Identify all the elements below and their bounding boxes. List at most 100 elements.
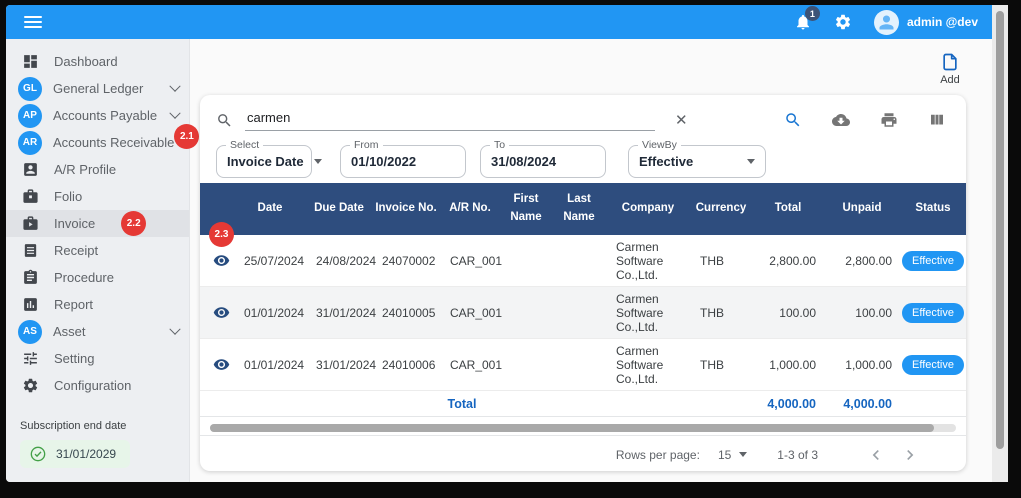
sidebar-item-label: Asset [53,324,86,339]
pagination-range: 1-3 of 3 [777,447,818,462]
folio-icon [21,187,40,206]
to-date-value: 31/08/2024 [491,153,557,169]
sidebar-item-receipt[interactable]: Receipt [6,237,189,264]
sidebar-item-general-ledger[interactable]: GL General Ledger [6,75,189,102]
vertical-scrollbar-thumb[interactable] [996,11,1004,449]
cell-company: Carmen Software Co.,Ltd. [616,343,664,386]
cell-first-name [500,309,552,317]
sidebar-item-procedure[interactable]: Procedure [6,264,189,291]
invoice-icon [21,214,40,233]
menu-icon[interactable] [24,16,42,28]
invoice-list-card: carmen Select Invoice Date [200,95,966,471]
clear-icon[interactable] [675,111,688,129]
horizontal-scrollbar-thumb[interactable] [210,424,934,432]
add-button[interactable]: Add [940,52,960,86]
cell-invoice-no: 24010006 [382,357,436,372]
cell-currency: THB [700,253,724,268]
sidebar-item-folio[interactable]: Folio [6,183,189,210]
sidebar-item-setting[interactable]: Setting [6,345,189,372]
cell-last-name [552,257,606,265]
profile-icon [21,160,40,179]
from-date-value: 01/10/2022 [351,153,417,169]
sidebar-item-report[interactable]: Report [6,291,189,318]
sidebar-item-label: Accounts Receivable [53,135,175,150]
sidebar-item-accounts-receivable[interactable]: AR Accounts Receivable 2.1 [6,124,200,156]
previous-page-button[interactable] [866,445,886,465]
status-badge[interactable]: Effective [902,302,964,323]
cell-date: 01/01/2024 [244,357,305,372]
sidebar-item-ar-profile[interactable]: A/R Profile [6,156,189,183]
viewby-value: Effective [639,153,694,169]
from-date-field[interactable]: From 01/10/2022 [340,138,466,178]
table-rows: 2.3 25/07/2024 24/08/2024 24070002 CAR_0… [200,222,966,391]
cell-total: 1,000.00 [769,357,816,372]
document-add-icon [943,53,957,71]
col-last-name: Last Name [563,193,595,223]
viewby-dropdown[interactable]: ViewBy Effective [628,138,766,178]
printer-icon[interactable] [880,111,898,129]
to-date-field[interactable]: To 31/08/2024 [480,138,606,178]
cell-due-date: 24/08/2024 [316,253,377,268]
invoice-table: Date Due Date Invoice No. A/R No. First … [200,183,966,471]
badge-invoice: 2.2 [121,211,147,236]
cell-unpaid: 2,800.00 [845,253,892,268]
view-row-button[interactable] [200,300,234,325]
cell-currency: THB [700,305,724,320]
check-circle-icon [30,446,46,462]
status-badge[interactable]: Effective [902,250,964,271]
next-page-button[interactable] [900,445,920,465]
select-filter-dropdown[interactable]: Select Invoice Date [216,138,322,178]
columns-icon[interactable] [928,111,946,129]
search-icon[interactable] [784,111,802,129]
app-window: 1 admin @dev Dashboard GL General Ledger [6,5,1008,482]
sidebar-item-accounts-payable[interactable]: AP Accounts Payable [6,102,189,129]
pagination: Rows per page: 15 1-3 of 3 [200,435,966,471]
avatar[interactable] [873,9,899,35]
sidebar-item-label: Procedure [54,270,114,285]
table-row[interactable]: 25/07/2024 24/08/2024 24070002 CAR_001 C… [200,235,966,287]
col-status: Status [915,202,951,215]
sidebar-item-label: Configuration [54,378,132,393]
cell-last-name [552,361,606,369]
status-badge[interactable]: Effective [902,354,964,375]
table-row[interactable]: 01/01/2024 31/01/2024 24010005 CAR_001 C… [200,287,966,339]
sidebar-item-dashboard[interactable]: Dashboard [6,48,189,75]
chevron-down-icon [169,107,181,119]
as-avatar: AS [18,319,42,344]
sidebar-item-label: Dashboard [54,54,118,69]
table-header: Date Due Date Invoice No. A/R No. First … [200,183,966,235]
eye-icon [213,307,229,318]
summary-row: Total 4,000.00 4,000.00 [200,391,966,417]
sidebar-item-asset[interactable]: AS Asset [6,318,189,345]
user-name: admin @dev [906,15,978,29]
cloud-download-icon[interactable] [832,111,850,129]
col-company: Company [621,202,675,215]
col-unpaid: Unpaid [842,202,882,215]
chevron-down-icon [169,323,181,335]
sidebar-item-invoice[interactable]: Invoice 2.2 [6,210,189,237]
subscription-pill: 31/01/2029 [20,440,131,468]
sidebar-item-label: General Ledger [53,81,144,96]
select-filter-value: Invoice Date [227,153,304,169]
cell-total: 2,800.00 [769,253,816,268]
sidebar: Dashboard GL General Ledger AP Accounts … [6,39,200,482]
view-row-button[interactable] [200,248,234,273]
viewby-label: ViewBy [638,138,681,151]
search-icon [216,112,233,129]
cell-first-name [500,361,552,369]
receipt-icon [21,241,40,260]
table-row[interactable]: 01/01/2024 31/01/2024 24010006 CAR_001 C… [200,339,966,391]
bell-icon[interactable]: 1 [794,6,820,31]
sidebar-item-configuration[interactable]: Configuration [6,372,189,399]
cell-due-date: 31/01/2024 [316,305,377,320]
cell-first-name [500,257,552,265]
gear-icon[interactable] [834,13,852,31]
summary-unpaid: 4,000.00 [843,396,892,411]
view-row-button[interactable] [200,352,234,377]
main-content: Add carmen ✕ Select Invoice Date From 01… [190,39,992,482]
col-date: Date [257,202,283,215]
dashboard-icon [21,52,40,71]
search-input[interactable]: carmen [245,110,655,131]
rows-per-page-select[interactable]: 15 [718,448,748,462]
sidebar-item-label: A/R Profile [54,162,117,177]
